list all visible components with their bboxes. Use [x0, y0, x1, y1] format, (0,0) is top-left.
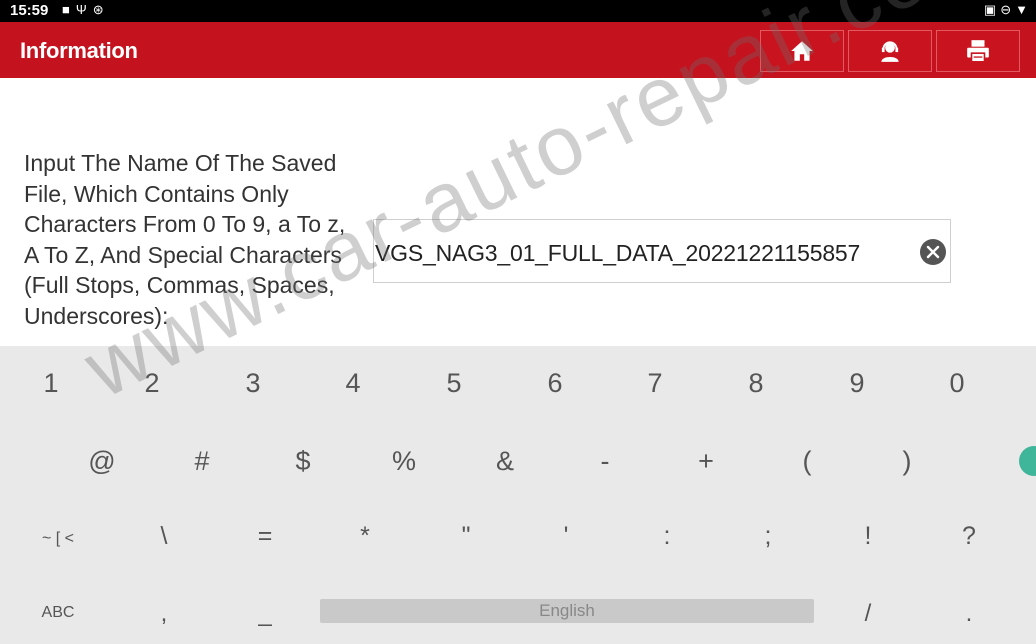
key[interactable]: $	[253, 446, 353, 477]
support-agent-icon	[881, 41, 899, 62]
side-handle-button[interactable]	[1019, 446, 1036, 476]
key[interactable]: *	[315, 522, 415, 551]
underscore-key[interactable]: _	[215, 600, 315, 628]
status-left-icons: ■Ψ⊛	[62, 2, 110, 18]
filename-input[interactable]: VGS_NAG3_01_FULL_DATA_20221221155857	[373, 219, 951, 283]
usb-icon: Ψ	[75, 2, 93, 17]
key[interactable]: @	[52, 446, 152, 477]
cast-icon: ▣	[983, 2, 1001, 17]
key[interactable]: 9	[807, 368, 907, 399]
key[interactable]: 0	[907, 368, 1007, 399]
space-key[interactable]: English	[320, 599, 814, 623]
print-button[interactable]	[936, 30, 1020, 72]
key[interactable]: 8	[706, 368, 806, 399]
more-symbols-key[interactable]: ~ [ <	[8, 530, 108, 548]
key[interactable]: !	[818, 522, 918, 551]
key[interactable]: 6	[505, 368, 605, 399]
status-bar: 15:59 ■Ψ⊛ ▣⊖▼	[0, 0, 1036, 22]
app-header: Information	[0, 22, 1036, 78]
filename-value[interactable]: VGS_NAG3_01_FULL_DATA_20221221155857	[375, 240, 860, 267]
period-key[interactable]: .	[919, 600, 1019, 628]
close-icon	[926, 245, 940, 259]
key[interactable]: 1	[1, 368, 101, 399]
key[interactable]: 2	[102, 368, 202, 399]
key[interactable]: \	[114, 522, 214, 551]
support-button[interactable]	[848, 30, 932, 72]
sync-icon: ⊛	[92, 2, 110, 17]
comma-key[interactable]: ,	[114, 600, 214, 628]
key[interactable]: +	[656, 446, 756, 477]
key[interactable]: 4	[303, 368, 403, 399]
key[interactable]: -	[555, 446, 655, 477]
key[interactable]: )	[857, 446, 957, 477]
key[interactable]: &	[455, 446, 555, 477]
abc-key[interactable]: ABC	[8, 604, 108, 622]
slash-key[interactable]: /	[818, 600, 918, 628]
key[interactable]: ?	[919, 522, 1019, 551]
key[interactable]: #	[152, 446, 252, 477]
key[interactable]: 7	[605, 368, 705, 399]
video-icon: ■	[62, 2, 76, 17]
home-icon	[791, 41, 813, 61]
key[interactable]: '	[516, 522, 616, 551]
filename-prompt: Input The Name Of The Saved File, Which …	[24, 150, 346, 329]
dnd-icon: ⊖	[1000, 2, 1016, 17]
content-area: Input The Name Of The Saved File, Which …	[0, 78, 1036, 346]
key[interactable]: (	[757, 446, 857, 477]
key[interactable]: :	[617, 522, 717, 551]
soft-keyboard: 1 2 3 4 5 6 7 8 9 0 @ # $ % & - + ( ) ~ …	[0, 346, 1036, 644]
wifi-icon: ▼	[1015, 2, 1032, 17]
printer-icon	[967, 40, 989, 63]
page-title: Information	[20, 38, 138, 63]
key[interactable]: 5	[404, 368, 504, 399]
key[interactable]: "	[416, 522, 516, 551]
key[interactable]: ;	[718, 522, 818, 551]
key[interactable]: =	[215, 522, 315, 551]
key[interactable]: 3	[203, 368, 303, 399]
key[interactable]: %	[354, 446, 454, 477]
status-right-icons: ▣⊖▼	[984, 2, 1032, 18]
home-button[interactable]	[760, 30, 844, 72]
status-time: 15:59	[10, 2, 49, 19]
clear-input-button[interactable]	[920, 239, 946, 265]
